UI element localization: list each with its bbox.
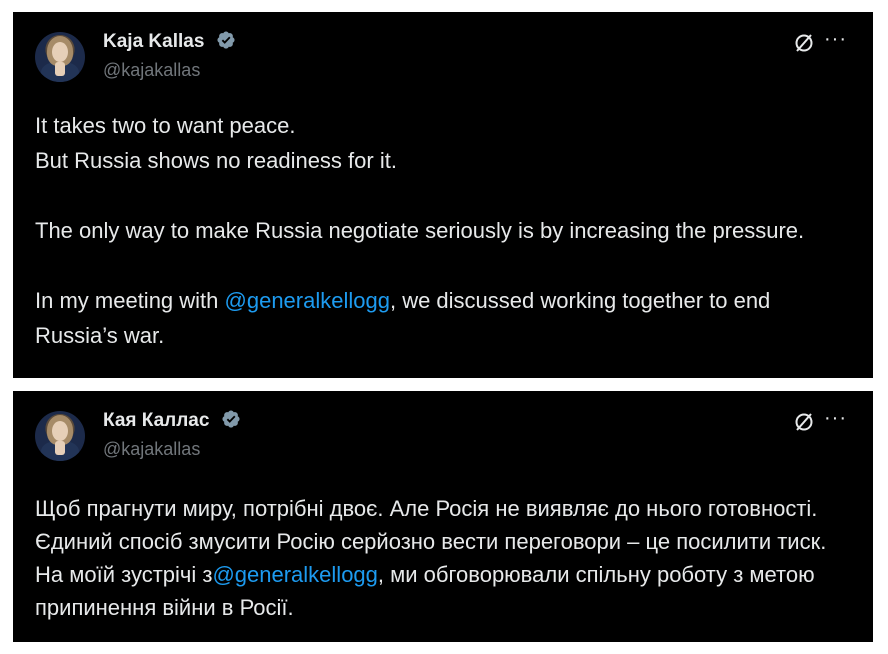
tweet-line-2: But Russia shows no readiness for it. <box>35 148 397 173</box>
avatar[interactable] <box>35 411 85 461</box>
grok-icon[interactable] <box>793 411 815 433</box>
author-handle[interactable]: @kajakallas <box>103 439 200 460</box>
avatar[interactable] <box>35 32 85 82</box>
tweet-text: It takes two to want peace. But Russia s… <box>35 108 855 353</box>
tweet-paragraph-2: The only way to make Russia negotiate se… <box>35 218 805 243</box>
tweet-card-english[interactable]: Kaja Kallas @kajakallas ··· It takes two… <box>13 12 873 378</box>
mention-link[interactable]: @generalkellogg <box>212 562 377 587</box>
author-name-text[interactable]: Кая Каллас <box>103 410 209 431</box>
author-name[interactable]: Kaja Kallas <box>103 30 236 53</box>
tweet-line-1: It takes two to want peace. <box>35 113 296 138</box>
more-icon[interactable]: ··· <box>824 28 847 51</box>
tweet-paragraph-3-start: In my meeting with <box>35 288 225 313</box>
author-name-text[interactable]: Kaja Kallas <box>103 31 204 52</box>
tweet-card-ukrainian[interactable]: Кая Каллас @kajakallas ··· Щоб прагнути … <box>13 391 873 642</box>
tweet-text: Щоб прагнути миру, потрібні двоє. Але Ро… <box>35 492 855 624</box>
mention-link[interactable]: @generalkellogg <box>225 288 390 313</box>
author-name[interactable]: Кая Каллас <box>103 409 241 432</box>
grok-icon[interactable] <box>793 32 815 54</box>
verified-badge-icon <box>222 410 240 428</box>
author-handle[interactable]: @kajakallas <box>103 60 200 81</box>
verified-badge-icon <box>217 31 235 49</box>
more-icon[interactable]: ··· <box>824 407 847 430</box>
